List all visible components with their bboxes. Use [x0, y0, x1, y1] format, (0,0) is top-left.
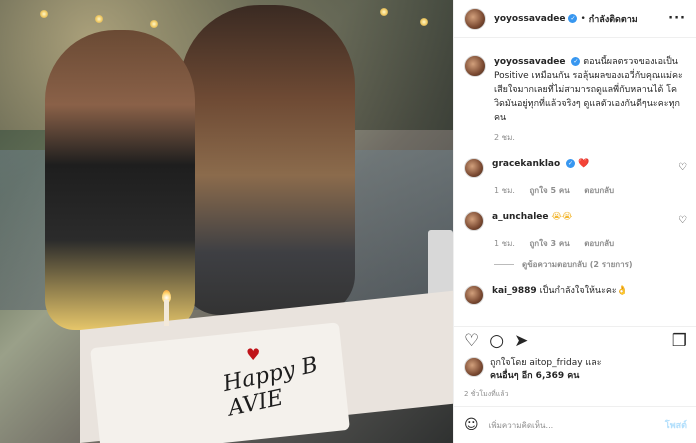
caption: yoyossavadee ✓ ตอนนี้ผลตรวจของเอเป็น Pos… — [464, 55, 687, 125]
comment-item: kai_9889 เป็นกำลังใจให้นะคะ👌 — [464, 285, 687, 305]
view-replies-link[interactable]: ดูข้อความตอบกลับ (2 รายการ) — [494, 258, 687, 271]
bookmark-icon[interactable]: ❒ — [672, 333, 687, 350]
woman-figure — [180, 5, 355, 315]
comment-text: เป็นกำลังใจให้นะคะ👌 — [539, 286, 628, 296]
post-comment-button[interactable]: โพสต์ — [665, 418, 687, 432]
comment-like-icon[interactable]: ♡ — [678, 215, 687, 226]
add-comment-bar: ☺ เพิ่มความคิดเห็น... โพสต์ — [454, 406, 696, 443]
likes-line-2[interactable]: คนอื่นๆ อีก 6,369 คน — [490, 371, 579, 381]
string-light — [95, 15, 103, 23]
post-view: ♥ Happy B AVIE yoyossavadee ✓ • กำลังติด… — [0, 0, 696, 443]
comment-avatar[interactable] — [464, 285, 484, 305]
caption-meta: 2 ชม. — [494, 131, 687, 144]
verified-badge-icon: ✓ — [568, 14, 578, 23]
reply-button[interactable]: ตอบกลับ — [584, 239, 614, 248]
reply-button[interactable]: ตอบกลับ — [584, 186, 614, 195]
comment-avatar[interactable] — [464, 158, 484, 178]
comment-time: 1 ชม. — [494, 239, 515, 248]
likes-text[interactable]: ถูกใจโดย aitop_friday และ คนอื่นๆ อีก 6,… — [490, 357, 602, 383]
comment-body: a_unchalee 😭😭 — [492, 211, 572, 224]
caption-avatar[interactable] — [464, 55, 486, 77]
post-sidebar: yoyossavadee ✓ • กำลังติดตาม ··· yoyossa… — [453, 0, 696, 443]
string-light — [380, 8, 388, 16]
post-header: yoyossavadee ✓ • กำลังติดตาม ··· — [454, 0, 696, 38]
liker-avatar[interactable] — [464, 357, 484, 377]
share-icon[interactable]: ➤ — [514, 333, 528, 350]
emoji-smile-icon[interactable]: ☺ — [464, 417, 479, 433]
comment-avatar[interactable] — [464, 211, 484, 231]
caption-text-block: yoyossavadee ✓ ตอนนี้ผลตรวจของเอเป็น Pos… — [494, 55, 687, 125]
comment-meta: 1 ชม. ถูกใจ 3 คน ตอบกลับ — [494, 237, 687, 250]
comment-like-icon[interactable]: ♡ — [678, 162, 687, 173]
comment-username[interactable]: a_unchalee — [492, 212, 549, 222]
view-replies-label[interactable]: ดูข้อความตอบกลับ (2 รายการ) — [522, 260, 633, 269]
comment-username[interactable]: gracekanklao — [492, 159, 560, 169]
comment-text: 😭😭 — [551, 212, 573, 222]
replies-divider — [494, 264, 514, 265]
string-light — [150, 20, 158, 28]
comment-username[interactable]: kai_9889 — [492, 286, 537, 296]
comment-text: ❤️ — [577, 159, 590, 169]
string-light — [420, 18, 428, 26]
girl-figure — [45, 30, 195, 330]
verified-badge-icon: ✓ — [566, 159, 576, 168]
plate-heart-icon: ♥ — [246, 345, 261, 364]
likes-line-1[interactable]: ถูกใจโดย aitop_friday และ — [490, 358, 602, 368]
comment-time: 1 ชม. — [494, 186, 515, 195]
comments-list[interactable]: yoyossavadee ✓ ตอนนี้ผลตรวจของเอเป็น Pos… — [454, 55, 696, 323]
verified-badge-icon: ✓ — [571, 57, 581, 66]
comment-likes[interactable]: ถูกใจ 5 คน — [529, 186, 569, 195]
comment-item: gracekanklao ✓ ❤️ ♡ — [464, 158, 687, 178]
post-time: 2 ชั่วโมงที่แล้ว — [464, 390, 509, 398]
caption-username[interactable]: yoyossavadee — [494, 57, 565, 67]
action-bar: ♡ ○ ➤ ❒ — [454, 326, 696, 356]
comment-input[interactable]: เพิ่มความคิดเห็น... — [489, 419, 554, 432]
heart-outline-icon[interactable]: ♡ — [464, 333, 479, 350]
separator-dot: • — [580, 13, 586, 24]
comment-body: gracekanklao ✓ ❤️ — [492, 158, 589, 171]
comment-likes[interactable]: ถูกใจ 3 คน — [529, 239, 569, 248]
comment-icon[interactable]: ○ — [489, 333, 504, 350]
comment-meta: 1 ชม. ถูกใจ 5 คน ตอบกลับ — [494, 184, 687, 197]
avatar[interactable] — [464, 7, 486, 30]
likes-summary: ถูกใจโดย aitop_friday และ คนอื่นๆ อีก 6,… — [464, 357, 689, 383]
string-light — [40, 10, 48, 18]
comment-item: a_unchalee 😭😭 ♡ — [464, 211, 687, 231]
caption-time: 2 ชม. — [494, 133, 515, 142]
following-button[interactable]: กำลังติดตาม — [589, 12, 638, 26]
candle — [164, 300, 169, 326]
comment-body: kai_9889 เป็นกำลังใจให้นะคะ👌 — [492, 285, 628, 298]
post-photo[interactable]: ♥ Happy B AVIE — [0, 0, 453, 443]
more-options-icon[interactable]: ··· — [668, 11, 686, 26]
header-username[interactable]: yoyossavadee — [494, 14, 565, 24]
